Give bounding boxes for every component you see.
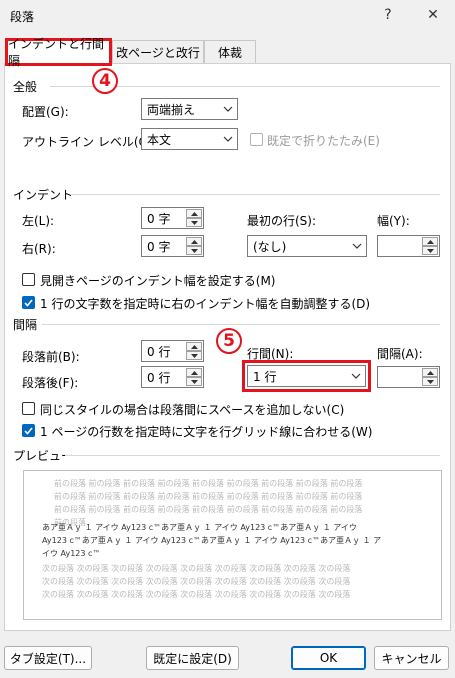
preview-divider xyxy=(65,455,440,456)
spin-down-icon[interactable] xyxy=(422,246,438,255)
alignment-label: 配置(G): xyxy=(22,105,69,119)
space-after-spinner[interactable]: 0 行 xyxy=(141,366,204,388)
title-bar: 段落 ? ✕ xyxy=(0,0,455,32)
space-after-value: 0 行 xyxy=(147,370,171,385)
space-after-label: 段落後(F): xyxy=(22,376,79,390)
spin-up-icon[interactable] xyxy=(186,342,202,351)
indent-right-value: 0 字 xyxy=(147,239,171,254)
spin-up-icon[interactable] xyxy=(422,237,438,246)
snap-to-grid-label: 1 ページの行数を指定時に文字を行グリッド線に合わせる(W) xyxy=(40,425,373,439)
spin-down-icon[interactable] xyxy=(186,377,202,386)
line-spacing-select[interactable]: 1 行 xyxy=(247,365,366,387)
outline-level-value: 本文 xyxy=(147,132,172,147)
preview-heading: プレビュー xyxy=(13,449,74,463)
ok-button[interactable]: OK xyxy=(291,646,366,670)
spacing-divider xyxy=(42,324,440,325)
spacing-at-label: 間隔(A): xyxy=(377,347,423,361)
spin-down-icon[interactable] xyxy=(186,246,202,255)
tab-line-page-breaks[interactable]: 改ページと改行 xyxy=(112,40,204,64)
indent-right-spinner[interactable]: 0 字 xyxy=(141,235,204,257)
step-badge-4: 4 xyxy=(92,68,118,94)
chevron-down-icon xyxy=(219,99,237,119)
help-button[interactable]: ? xyxy=(375,4,401,26)
auto-adjust-indent-label: 1 行の文字数を指定時に右のインデント幅を自動調整する(D) xyxy=(40,297,371,311)
preview-next-paragraph: 次の段落 次の段落 次の段落 次の段落 次の段落 次の段落 次の段落 次の段落 … xyxy=(42,564,351,599)
tabs-button[interactable]: タブ設定(T)... xyxy=(4,646,92,670)
close-icon[interactable]: ✕ xyxy=(420,4,446,26)
collapsed-default-checkbox[interactable] xyxy=(250,133,263,146)
step-badge-5: 5 xyxy=(216,328,242,354)
space-before-spinner[interactable]: 0 行 xyxy=(141,340,204,362)
spin-up-icon[interactable] xyxy=(186,237,202,246)
indent-left-value: 0 字 xyxy=(147,211,171,226)
snap-to-grid-checkbox[interactable] xyxy=(22,424,35,437)
set-default-button[interactable]: 既定に設定(D) xyxy=(146,646,239,670)
indent-left-label: 左(L): xyxy=(22,214,55,228)
no-space-same-style-checkbox[interactable] xyxy=(22,402,35,415)
indent-width-spinner[interactable] xyxy=(377,235,440,257)
indent-left-spinner[interactable]: 0 字 xyxy=(141,207,204,229)
alignment-value: 両端揃え xyxy=(147,102,196,117)
space-before-value: 0 行 xyxy=(147,344,171,359)
mirror-indents-label: 見開きページのインデント幅を設定する(M) xyxy=(40,274,276,288)
preview-box: 前の段落 前の段落 前の段落 前の段落 前の段落 前の段落 前の段落 前の段落 … xyxy=(23,470,442,620)
tab-indent-spacing[interactable]: インデントと行間隔 xyxy=(5,37,112,68)
tab-asian-typography[interactable]: 体裁 xyxy=(204,40,256,64)
indent-heading: インデント xyxy=(13,188,74,202)
chevron-down-icon xyxy=(347,366,365,386)
first-line-select[interactable]: (なし) xyxy=(247,235,367,257)
line-spacing-value: 1 行 xyxy=(253,369,277,384)
preview-sample-paragraph: あア亜Ａｙ １ アイウ Ay123 c™あア亜Ａｙ １ アイウ Ay123 c™… xyxy=(42,523,382,558)
space-before-label: 段落前(B): xyxy=(22,350,80,364)
mirror-indents-checkbox[interactable] xyxy=(22,273,35,286)
collapsed-default-label: 既定で折りたたみ(E) xyxy=(267,134,380,148)
alignment-select[interactable]: 両端揃え xyxy=(141,98,238,120)
chevron-down-icon xyxy=(348,236,366,256)
indent-right-label: 右(R): xyxy=(22,242,56,256)
no-space-same-style-label: 同じスタイルの場合は段落間にスペースを追加しない(C) xyxy=(40,403,345,417)
indent-divider xyxy=(70,194,440,195)
outline-level-select[interactable]: 本文 xyxy=(141,128,238,150)
spin-down-icon[interactable] xyxy=(186,351,202,360)
first-line-value: (なし) xyxy=(253,239,287,254)
first-line-label: 最初の行(S): xyxy=(247,214,317,228)
outline-level-label: アウトライン レベル(O): xyxy=(22,135,157,149)
general-heading: 全般 xyxy=(13,80,38,94)
spacing-heading: 間隔 xyxy=(13,318,38,332)
auto-adjust-indent-checkbox[interactable] xyxy=(22,296,35,309)
spin-up-icon[interactable] xyxy=(422,368,438,377)
spacing-at-spinner[interactable] xyxy=(377,366,440,388)
spin-up-icon[interactable] xyxy=(186,368,202,377)
chevron-down-icon xyxy=(219,129,237,149)
indent-width-label: 幅(Y): xyxy=(377,214,410,228)
window-title: 段落 xyxy=(10,10,35,24)
spin-down-icon[interactable] xyxy=(186,218,202,227)
spin-down-icon[interactable] xyxy=(422,377,438,386)
cancel-button[interactable]: キャンセル xyxy=(374,646,449,670)
spin-up-icon[interactable] xyxy=(186,209,202,218)
